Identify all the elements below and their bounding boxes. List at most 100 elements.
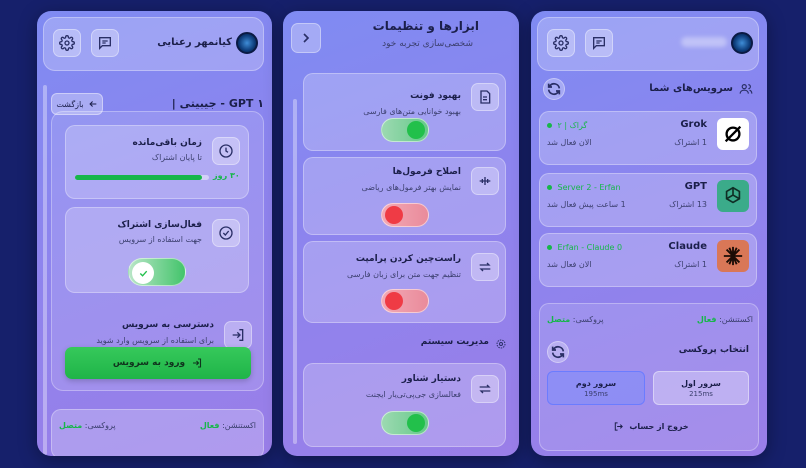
font-toggle[interactable] bbox=[381, 118, 429, 142]
back-label: بازگشت bbox=[56, 99, 84, 109]
section-title: سرویس‌های شما bbox=[649, 83, 733, 94]
proxy-label: پروکسی: bbox=[84, 421, 116, 430]
section-title: مدیریت سیستم bbox=[420, 337, 489, 347]
proxy-option-1[interactable]: سرور اول 215ms bbox=[653, 371, 749, 405]
days-unit: روز bbox=[213, 171, 228, 180]
gear-icon bbox=[496, 339, 506, 349]
proxy-refresh-button[interactable] bbox=[547, 341, 569, 363]
connection-status: اکستنشن: فعال bbox=[200, 421, 256, 430]
page-subtitle: شخصی‌سازی تجربه خود bbox=[382, 39, 473, 49]
service-count: 1 اشتراک bbox=[674, 138, 707, 147]
scrollbar[interactable] bbox=[43, 85, 47, 455]
check-icon bbox=[139, 270, 147, 277]
scrollbar[interactable] bbox=[293, 99, 297, 444]
connection-label: اکستنشن: bbox=[222, 421, 256, 430]
formula-toggle[interactable] bbox=[381, 203, 429, 227]
service-count: 13 اشتراک bbox=[669, 200, 707, 209]
chevron-right-icon bbox=[303, 33, 310, 43]
formula-button bbox=[471, 167, 499, 195]
messages-button[interactable] bbox=[585, 29, 613, 57]
grok-logo bbox=[717, 118, 749, 150]
proxy-label: پروکسی: bbox=[572, 315, 604, 324]
time-progress-fill bbox=[75, 175, 203, 180]
page-title: ابزارها و تنظیمات bbox=[372, 19, 479, 33]
service-server: گراک | ۲ bbox=[547, 121, 587, 130]
swap-button bbox=[471, 375, 499, 403]
connection-status: اکستنشن: فعال bbox=[697, 315, 753, 324]
service-time: الان فعال شد bbox=[547, 260, 592, 269]
formula-icon bbox=[479, 177, 491, 185]
avatar bbox=[731, 32, 753, 54]
status-dot bbox=[547, 123, 552, 128]
users-icon bbox=[739, 84, 753, 94]
settings-button[interactable] bbox=[53, 29, 81, 57]
login-service-button[interactable]: ورود به سرویس bbox=[65, 347, 251, 379]
service-name: Grok bbox=[680, 119, 707, 130]
status-card bbox=[51, 409, 264, 456]
proxy-status: پروکسی: متصل bbox=[547, 315, 604, 324]
messages-button[interactable] bbox=[91, 29, 119, 57]
server-name: گراک | ۲ bbox=[557, 121, 588, 130]
grok-icon bbox=[724, 125, 742, 143]
toggle-knob bbox=[385, 292, 403, 310]
login-icon bbox=[193, 358, 202, 368]
proxy-name: سرور دوم bbox=[575, 379, 617, 388]
connection-value: فعال bbox=[199, 421, 220, 430]
rtl-toggle[interactable] bbox=[381, 289, 429, 313]
user-name-blurred bbox=[681, 37, 727, 47]
settings-button[interactable] bbox=[547, 29, 575, 57]
check-button bbox=[212, 219, 240, 247]
activate-toggle[interactable] bbox=[128, 258, 186, 286]
login-icon bbox=[232, 329, 244, 341]
clock-button bbox=[212, 137, 240, 165]
message-icon bbox=[593, 37, 605, 50]
service-time: الان فعال شد bbox=[547, 138, 592, 147]
service-detail-panel: کیانمهر رعنایی ۱ GPT - جیبیتی | بازگشت ز… bbox=[37, 11, 272, 456]
logout-button[interactable]: خروج از حساب bbox=[601, 417, 701, 435]
claude-logo bbox=[717, 240, 749, 272]
time-subtitle: تا پایان اشتراک bbox=[151, 153, 202, 162]
floating-toggle[interactable] bbox=[381, 411, 429, 435]
arrow-left-icon bbox=[89, 101, 96, 107]
page-title: ۱ GPT - جیبیتی | bbox=[172, 97, 264, 110]
setting-title: دستیار شناور bbox=[401, 374, 461, 384]
toggle-knob bbox=[385, 206, 403, 224]
login-service-label: ورود به سرویس bbox=[112, 358, 186, 368]
user-name: کیانمهر رعنایی bbox=[157, 37, 232, 48]
openai-icon bbox=[725, 186, 741, 204]
gear-icon bbox=[59, 35, 75, 51]
status-dot bbox=[547, 185, 552, 190]
swap-button bbox=[471, 253, 499, 281]
days-value: ۳۰ bbox=[229, 171, 240, 180]
server-name: Erfan - Claude 0 bbox=[557, 243, 623, 252]
refresh-button[interactable] bbox=[543, 78, 565, 100]
proxy-name: سرور اول bbox=[681, 379, 721, 388]
connection-value: فعال bbox=[696, 315, 717, 324]
days-remaining: ۳۰ روز bbox=[213, 171, 240, 180]
service-count: 1 اشتراک bbox=[674, 260, 707, 269]
setting-subtitle: نمایش بهتر فرمول‌های ریاضی bbox=[361, 183, 461, 192]
proxy-value: متصل bbox=[547, 315, 571, 324]
page-title-text: GPT - جیبیتی | bbox=[171, 97, 254, 110]
avatar bbox=[236, 32, 258, 54]
setting-title: بهبود فونت bbox=[410, 91, 461, 101]
toggle-knob bbox=[407, 121, 425, 139]
refresh-icon bbox=[551, 345, 565, 359]
proxy-option-2[interactable]: سرور دوم 195ms bbox=[547, 371, 645, 405]
access-title: دسترسی به سرویس bbox=[122, 320, 214, 330]
setting-subtitle: فعالسازی جی‌پی‌تی‌یار ایجنت bbox=[365, 390, 461, 399]
swap-icon bbox=[479, 262, 491, 272]
activate-subtitle: جهت استفاده از سرویس bbox=[118, 235, 202, 244]
setting-subtitle: تنظیم جهت متن برای زبان فارسی bbox=[347, 270, 461, 279]
time-progress-track bbox=[75, 175, 209, 180]
back-button[interactable] bbox=[291, 23, 321, 53]
proxy-title: انتخاب پروکسی bbox=[678, 345, 749, 355]
time-title: زمان باقی‌مانده bbox=[132, 138, 202, 148]
service-name: GPT bbox=[684, 181, 707, 192]
clock-icon bbox=[219, 144, 233, 158]
service-time: 1 ساعت پیش فعال شد bbox=[547, 200, 626, 209]
check-circle-icon bbox=[219, 226, 233, 240]
activate-title: فعال‌سازی اشتراک bbox=[117, 220, 202, 230]
proxy-ping: 195ms bbox=[584, 390, 608, 398]
proxy-ping: 215ms bbox=[689, 390, 713, 398]
